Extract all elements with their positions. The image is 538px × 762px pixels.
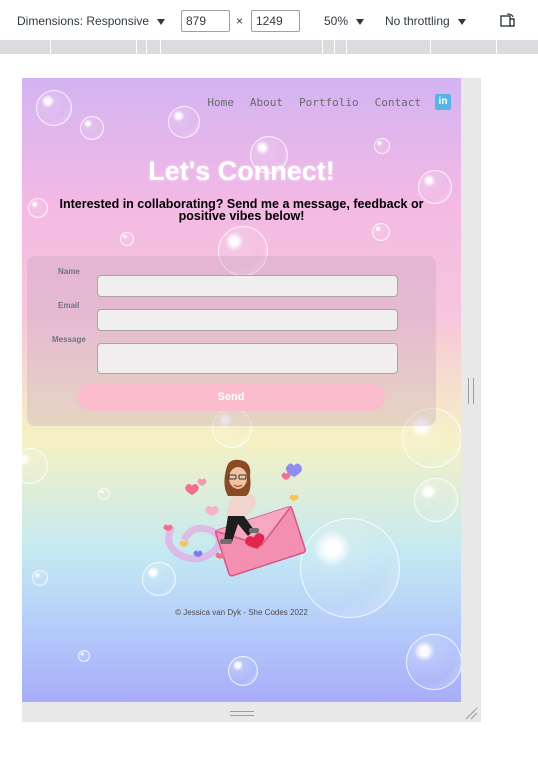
bubble [374,138,390,154]
page-title: Let's Connect! [148,156,335,186]
name-input[interactable] [97,275,398,297]
dimensions-dropdown[interactable]: Dimensions: Responsive [17,14,166,28]
bubble [32,570,48,586]
page-viewport: Home About Portfolio Contact in Let's Co… [22,78,461,702]
bubble [414,478,458,522]
bubble [228,656,258,686]
nav-portfolio-link[interactable]: Portfolio [299,96,359,109]
dropdown-arrow-icon [356,18,365,25]
zoom-value: 50% [324,14,349,28]
dropdown-arrow-icon [457,18,466,25]
dropdown-arrow-icon [157,18,166,25]
message-label: Message [52,335,86,344]
throttling-dropdown[interactable]: No throttling [385,14,466,28]
linkedin-icon[interactable]: in [435,94,451,110]
name-label: Name [58,267,80,276]
bubble [372,223,390,241]
resize-handle-bottom[interactable] [230,711,254,716]
media-query-ruler[interactable] [0,40,538,54]
message-textarea[interactable] [97,343,398,374]
contact-form: Name Email Message Send [27,256,436,426]
send-button[interactable]: Send [77,383,385,411]
email-label: Email [58,301,80,310]
nav-home-link[interactable]: Home [207,96,234,109]
page-subtitle: Interested in collaborating? Send me a m… [59,197,424,223]
bubble [22,448,48,484]
bubble [36,90,72,126]
devtools-device-toolbar: Dimensions: Responsive × 50% No throttli… [0,0,538,40]
bubble [168,106,200,138]
resize-handle-right[interactable] [468,378,474,404]
bubble [98,488,110,500]
zoom-dropdown[interactable]: 50% [324,14,365,28]
width-input[interactable] [181,10,230,32]
bubble [406,634,461,690]
bubble [300,518,400,618]
resize-corner-icon[interactable] [464,706,478,720]
times-symbol: × [236,14,244,28]
site-nav: Home About Portfolio Contact in [191,94,451,110]
email-input[interactable] [97,309,398,331]
bubble [80,116,104,140]
rotate-icon[interactable] [500,12,516,28]
nav-contact-link[interactable]: Contact [375,96,421,109]
dimensions-label: Dimensions: Responsive [17,14,150,28]
throttling-value: No throttling [385,14,450,28]
bubble [120,232,134,246]
nav-about-link[interactable]: About [250,96,283,109]
bitmoji-avatar-illustration [163,459,306,577]
footer-credit: © Jessica van Dyk - She Codes 2022 [175,608,308,617]
bubble [78,650,90,662]
height-input[interactable] [251,10,300,32]
